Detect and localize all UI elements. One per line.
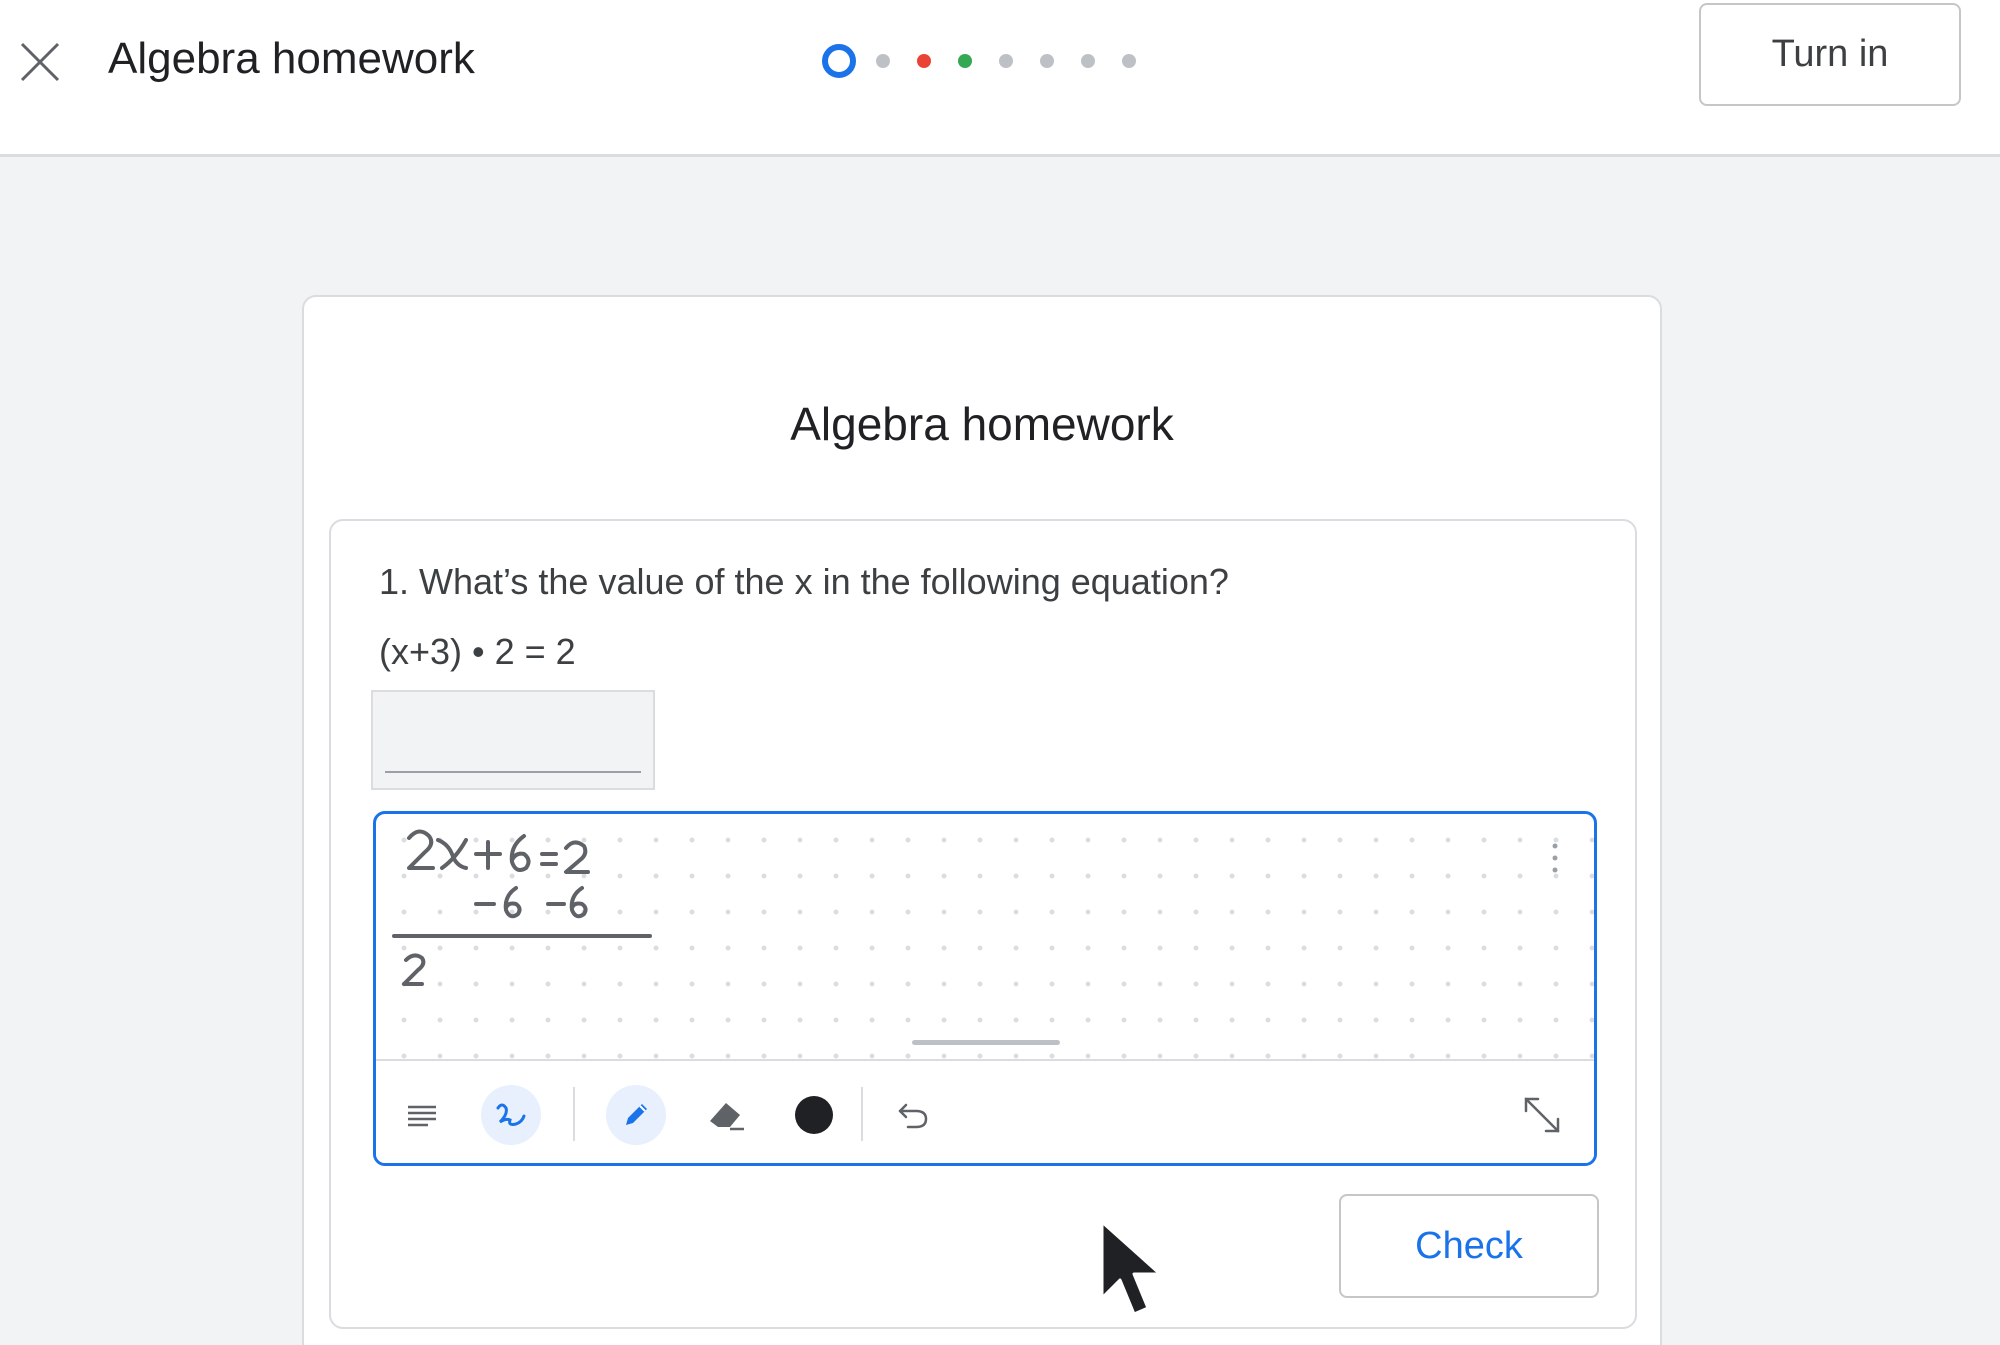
top-bar: Algebra homework Turn in [0, 0, 2000, 157]
handwritten-work [392, 829, 652, 986]
answer-input[interactable] [371, 690, 655, 790]
progress-dot-3[interactable] [917, 54, 931, 68]
toolbar-divider [573, 1087, 575, 1141]
pen-icon [626, 1104, 647, 1125]
handwriting-mode-button[interactable] [481, 1085, 541, 1145]
question-card: 1. What’s the value of the x in the foll… [329, 519, 1637, 1329]
progress-dot-2[interactable] [876, 54, 890, 68]
ink-stroke [407, 829, 435, 870]
ink-stroke [564, 840, 590, 874]
ink-color-button[interactable] [784, 1085, 844, 1145]
ink-color-icon [795, 1096, 833, 1134]
scratch-pad [373, 811, 1597, 1166]
pen-tool-button[interactable] [606, 1085, 666, 1145]
eraser-tool-button[interactable] [696, 1085, 756, 1145]
assignment-card: Algebra homework 1. What’s the value of … [302, 295, 1662, 1345]
expand-button[interactable] [1512, 1085, 1572, 1145]
ink-stroke [436, 838, 468, 870]
card-title: Algebra homework [790, 398, 1174, 450]
undo-icon [898, 1103, 928, 1129]
ink-stroke [540, 852, 558, 866]
text-mode-icon [408, 1105, 436, 1127]
scratch-canvas[interactable] [376, 814, 1594, 1059]
close-icon[interactable] [18, 40, 62, 84]
progress-dot-6[interactable] [1040, 54, 1054, 68]
resize-handle[interactable] [912, 1040, 1060, 1045]
question-progress [822, 44, 1163, 78]
scratch-toolbar [376, 1059, 1594, 1163]
expand-icon [1524, 1097, 1560, 1133]
close-button[interactable] [18, 40, 62, 84]
answer-underline [385, 771, 641, 773]
progress-dot-7[interactable] [1081, 54, 1095, 68]
turn-in-button[interactable]: Turn in [1699, 3, 1961, 106]
progress-dot-8[interactable] [1122, 54, 1136, 68]
question-equation: (x+3) • 2 = 2 [379, 631, 576, 672]
ink-stroke [503, 886, 522, 919]
check-button[interactable]: Check [1339, 1194, 1599, 1298]
eraser-icon [710, 1103, 744, 1131]
more-options-icon[interactable] [1550, 840, 1560, 876]
ink-stroke [402, 953, 426, 986]
text-mode-button[interactable] [392, 1085, 452, 1145]
progress-dot-4[interactable] [958, 54, 972, 68]
progress-dot-1[interactable] [822, 44, 856, 78]
ink-stroke [474, 840, 502, 870]
toolbar-divider [861, 1087, 863, 1141]
question-text: 1. What’s the value of the x in the foll… [379, 561, 1229, 602]
app-title: Algebra homework [108, 34, 475, 83]
ink-stroke [509, 834, 531, 872]
progress-dot-5[interactable] [999, 54, 1013, 68]
handwriting-mode-icon [496, 1103, 526, 1126]
undo-button[interactable] [884, 1085, 944, 1145]
ink-stroke [569, 886, 588, 919]
